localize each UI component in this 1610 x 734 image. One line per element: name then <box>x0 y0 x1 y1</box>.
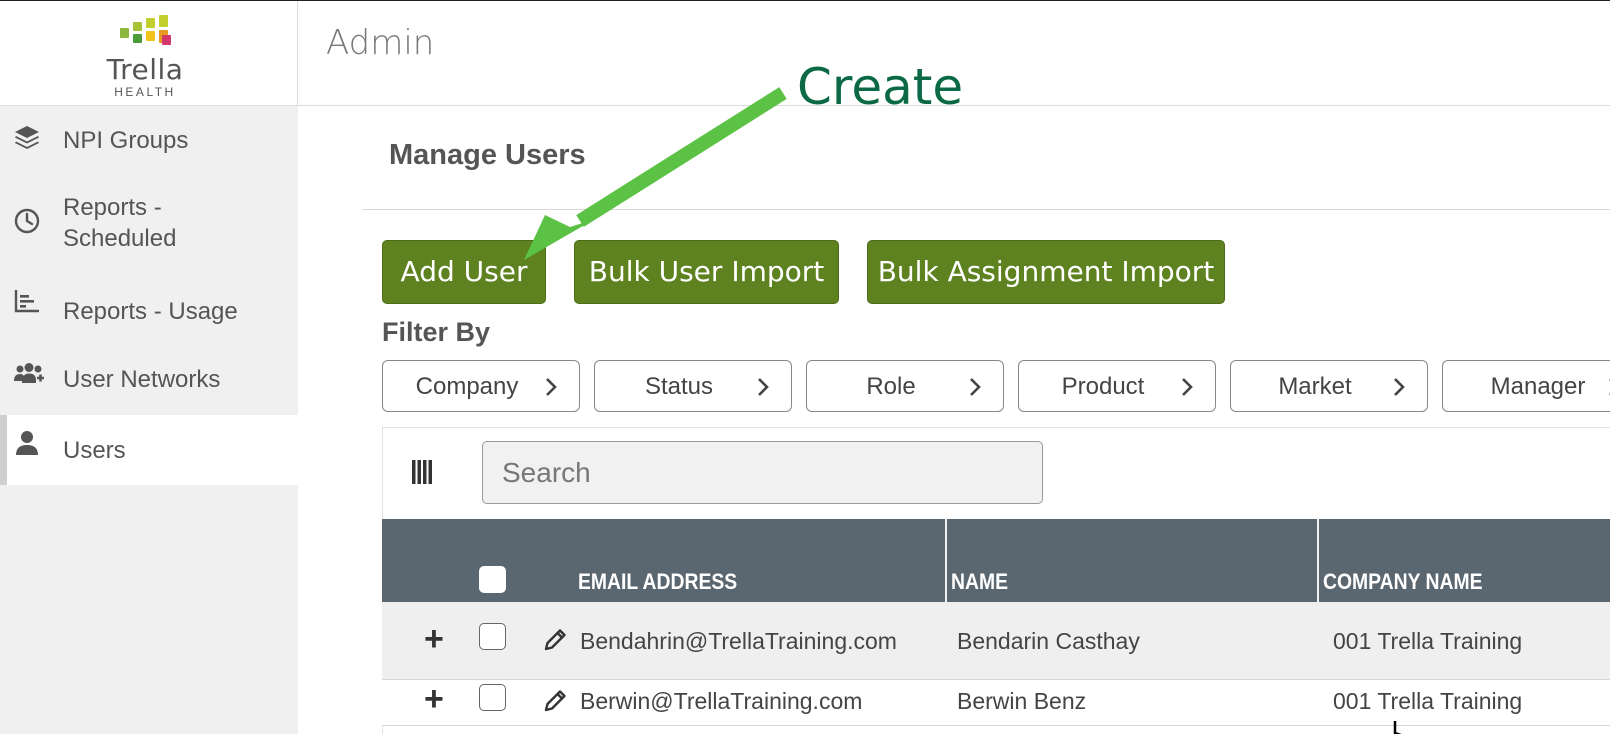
edit-pencil-icon[interactable] <box>542 688 568 714</box>
table-row[interactable]: + Berwin@TrellaTraining.com Berwin Benz … <box>382 680 1610 726</box>
sidebar-item-label-line2: Scheduled <box>63 225 177 252</box>
cell-company: 001 Trella Training <box>1333 688 1523 714</box>
filter-company[interactable]: Company <box>382 360 580 412</box>
chevron-right-icon <box>1609 379 1610 395</box>
chevron-right-icon <box>758 378 769 396</box>
filter-label: Product <box>1061 373 1145 400</box>
chevron-right-icon <box>546 378 557 396</box>
expand-row-icon[interactable]: + <box>424 620 444 659</box>
column-header-company[interactable]: COMPANY NAME <box>1323 569 1483 595</box>
sidebar-item-reports-usage[interactable]: Reports - Usage <box>0 279 298 344</box>
filter-product[interactable]: Product <box>1018 360 1216 412</box>
logo[interactable]: Trella HEALTH <box>0 1 298 106</box>
sidebar-item-label: Users <box>63 437 126 464</box>
sidebar: Trella HEALTH NPI Groups Reports - Sched… <box>0 1 298 734</box>
divider <box>362 209 1610 210</box>
expand-row-icon[interactable]: + <box>424 680 444 719</box>
cell-name: Bendarin Casthay <box>957 628 1140 654</box>
filter-role[interactable]: Role <box>806 360 1004 412</box>
row-checkbox[interactable] <box>479 684 506 711</box>
table-row[interactable]: + Bendahrin@TrellaTraining.com Bendarin … <box>382 602 1610 680</box>
sidebar-item-user-networks[interactable]: User Networks <box>0 347 298 412</box>
select-all-checkbox[interactable] <box>479 566 506 593</box>
filter-label: Status <box>644 373 714 400</box>
row-checkbox[interactable] <box>479 623 506 650</box>
users-plus-icon <box>14 363 44 383</box>
edit-pencil-icon[interactable] <box>542 627 568 653</box>
column-divider <box>1317 519 1319 602</box>
filter-label: Company <box>415 373 519 400</box>
mouse-cursor-icon <box>1393 721 1402 734</box>
table-header: EMAIL ADDRESS NAME COMPANY NAME <box>382 519 1610 602</box>
cell-email[interactable]: Bendahrin@TrellaTraining.com <box>580 628 897 655</box>
sidebar-item-label: User Networks <box>63 366 221 393</box>
cell-email[interactable]: Berwin@TrellaTraining.com <box>580 688 862 715</box>
logo-square <box>120 28 129 38</box>
sidebar-item-reports-scheduled[interactable]: Reports - Scheduled <box>0 187 298 267</box>
user-icon <box>16 431 38 455</box>
logo-square <box>146 18 155 28</box>
filter-manager[interactable]: Manager <box>1442 360 1610 412</box>
sidebar-item-users[interactable]: Users <box>0 415 298 485</box>
chevron-right-icon <box>970 378 981 396</box>
bulk-assignment-import-button[interactable]: Bulk Assignment Import <box>867 240 1225 304</box>
logo-square <box>162 35 171 45</box>
search-input[interactable] <box>482 441 1043 504</box>
column-chooser-icon[interactable] <box>411 459 433 485</box>
sidebar-item-label: Reports - Usage <box>63 298 238 325</box>
logo-square <box>133 34 142 43</box>
filter-by-label: Filter By <box>382 317 491 347</box>
filter-label: Role <box>866 373 916 400</box>
column-header-email[interactable]: EMAIL ADDRESS <box>578 569 737 595</box>
filter-label: Market <box>1278 373 1352 400</box>
bulk-user-import-button[interactable]: Bulk User Import <box>574 240 839 304</box>
column-divider <box>945 519 947 602</box>
logo-name: Trella <box>106 53 184 86</box>
bar-chart-icon <box>14 290 39 313</box>
filter-market[interactable]: Market <box>1230 360 1428 412</box>
clock-icon <box>14 208 40 234</box>
column-header-name[interactable]: NAME <box>951 569 1008 595</box>
logo-square <box>146 31 155 41</box>
cell-company: 001 Trella Training <box>1333 628 1523 654</box>
logo-subtitle: HEALTH <box>114 85 176 99</box>
logo-square <box>133 22 142 31</box>
app-window: Trella HEALTH NPI Groups Reports - Sched… <box>0 0 1610 734</box>
sidebar-item-label: Reports - <box>63 194 162 221</box>
add-user-button[interactable]: Add User <box>382 240 546 304</box>
sidebar-item-npi-groups[interactable]: NPI Groups <box>0 111 298 176</box>
sidebar-item-label: NPI Groups <box>63 127 189 154</box>
filter-label: Manager <box>1490 373 1586 400</box>
cell-name: Berwin Benz <box>957 688 1087 714</box>
annotation-label: Create <box>797 58 964 116</box>
filter-status[interactable]: Status <box>594 360 792 412</box>
chevron-right-icon <box>1182 378 1193 396</box>
page-title: Admin <box>326 23 435 63</box>
layers-icon <box>15 126 39 149</box>
chevron-right-icon <box>1394 378 1405 396</box>
section-title: Manage Users <box>389 139 586 171</box>
logo-square <box>159 15 168 27</box>
